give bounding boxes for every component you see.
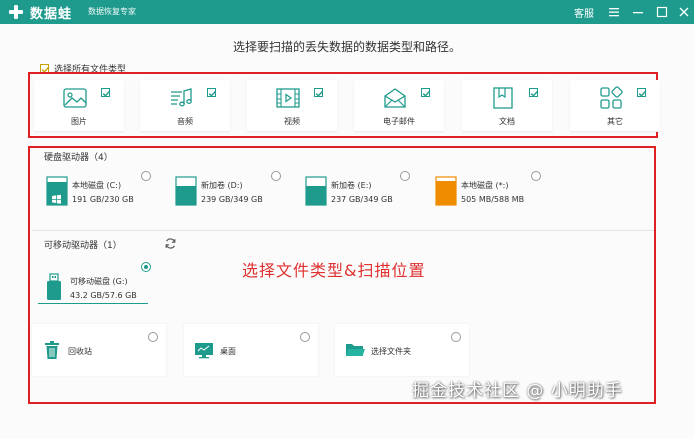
maximize-icon[interactable] [654, 3, 670, 21]
file-type-label: 其它 [607, 117, 623, 126]
drive-name: 本地磁盘 (C:) [72, 181, 122, 190]
location-label: 选择文件夹 [371, 347, 411, 356]
drive-c-radio[interactable] [141, 171, 151, 181]
refresh-icon[interactable] [164, 237, 177, 250]
close-icon[interactable] [676, 3, 692, 21]
menu-icon[interactable] [606, 3, 622, 21]
file-type-other[interactable]: 其它 [570, 80, 660, 132]
email-icon [384, 88, 406, 108]
customer-service-link[interactable]: 客服 [574, 5, 594, 20]
file-type-video[interactable]: 视频 [247, 80, 337, 132]
drive-size: 237 GB/349 GB [331, 195, 393, 204]
video-type-checkbox[interactable] [314, 88, 324, 97]
logo-icon [9, 5, 23, 19]
hard-drive-icon [175, 176, 197, 206]
video-icon [276, 88, 300, 108]
drive-size: 505 MB/588 MB [461, 195, 525, 204]
location-desktop[interactable]: 桌面 [184, 324, 318, 376]
drive-e-radio[interactable] [400, 171, 410, 181]
drive-e[interactable]: 新加卷 (E:) 237 GB/349 GB [305, 174, 445, 218]
minimize-icon[interactable] [630, 3, 646, 21]
drive-name: 新加卷 (D:) [201, 181, 243, 190]
location-label: 回收站 [68, 347, 92, 356]
file-type-image[interactable]: 图片 [34, 80, 124, 132]
email-type-checkbox[interactable] [421, 88, 431, 97]
title-bar: 数据蛙 数据恢复专家 客服 [0, 0, 694, 24]
file-type-label: 文档 [499, 117, 515, 126]
drive-name: 可移动磁盘 (G:) [70, 277, 128, 286]
document-type-checkbox[interactable] [529, 88, 539, 97]
desktop-radio[interactable] [300, 332, 310, 342]
file-type-audio[interactable]: 音频 [140, 80, 230, 132]
audio-type-checkbox[interactable] [207, 88, 217, 97]
drive-star-radio[interactable] [531, 171, 541, 181]
drive-name: 本地磁盘 (*:) [461, 181, 509, 190]
annotation-text: 选择文件类型&扫描位置 [242, 261, 426, 280]
file-type-label: 电子邮件 [383, 117, 415, 126]
desktop-icon [195, 343, 213, 359]
drive-size: 239 GB/349 GB [201, 195, 263, 204]
drive-d-radio[interactable] [271, 171, 281, 181]
drive-d[interactable]: 新加卷 (D:) 239 GB/349 GB [175, 174, 315, 218]
audio-icon [171, 88, 192, 107]
hard-drive-icon [305, 176, 327, 206]
other-type-checkbox[interactable] [637, 88, 647, 97]
hard-drive-icon [435, 176, 457, 206]
drive-c[interactable]: 本地磁盘 (C:) 191 GB/230 GB [46, 174, 186, 218]
section-divider [32, 230, 654, 231]
brand-name: 数据蛙 [30, 7, 73, 22]
file-type-label: 视频 [284, 117, 300, 126]
hard-drives-title: 硬盘驱动器（4） [44, 153, 113, 163]
brand-subtitle: 数据恢复专家 [88, 7, 136, 16]
usb-drive-icon [47, 273, 61, 300]
drive-name: 新加卷 (E:) [331, 181, 372, 190]
drive-star[interactable]: 本地磁盘 (*:) 505 MB/588 MB [435, 174, 575, 218]
other-icon [600, 86, 623, 109]
drive-size: 43.2 GB/57.6 GB [70, 291, 137, 300]
file-type-document[interactable]: 文档 [462, 80, 552, 132]
recycle-bin-radio[interactable] [148, 332, 158, 342]
location-select-folder[interactable]: 选择文件夹 [335, 324, 469, 376]
file-type-label: 图片 [71, 117, 87, 126]
file-type-label: 音频 [177, 117, 193, 126]
document-icon [493, 87, 513, 109]
drive-size: 191 GB/230 GB [72, 195, 134, 204]
image-icon [63, 88, 87, 108]
folder-icon [346, 344, 365, 356]
selected-drive-underline [38, 303, 148, 304]
drive-g-radio[interactable] [141, 262, 151, 272]
location-label: 桌面 [220, 347, 236, 356]
watermark: 掘金技术社区 @ 小明助手 [412, 381, 623, 401]
location-recycle-bin[interactable]: 回收站 [32, 324, 166, 376]
drive-g[interactable]: 可移动磁盘 (G:) 43.2 GB/57.6 GB [44, 270, 184, 314]
removable-drives-title: 可移动驱动器（1） [44, 241, 122, 251]
page-title: 选择要扫描的丢失数据的数据类型和路径。 [232, 40, 461, 54]
select-folder-radio[interactable] [451, 332, 461, 342]
file-type-email[interactable]: 电子邮件 [354, 80, 444, 132]
hard-drive-icon [46, 176, 68, 206]
recycle-bin-icon [45, 341, 59, 359]
image-type-checkbox[interactable] [101, 88, 111, 97]
